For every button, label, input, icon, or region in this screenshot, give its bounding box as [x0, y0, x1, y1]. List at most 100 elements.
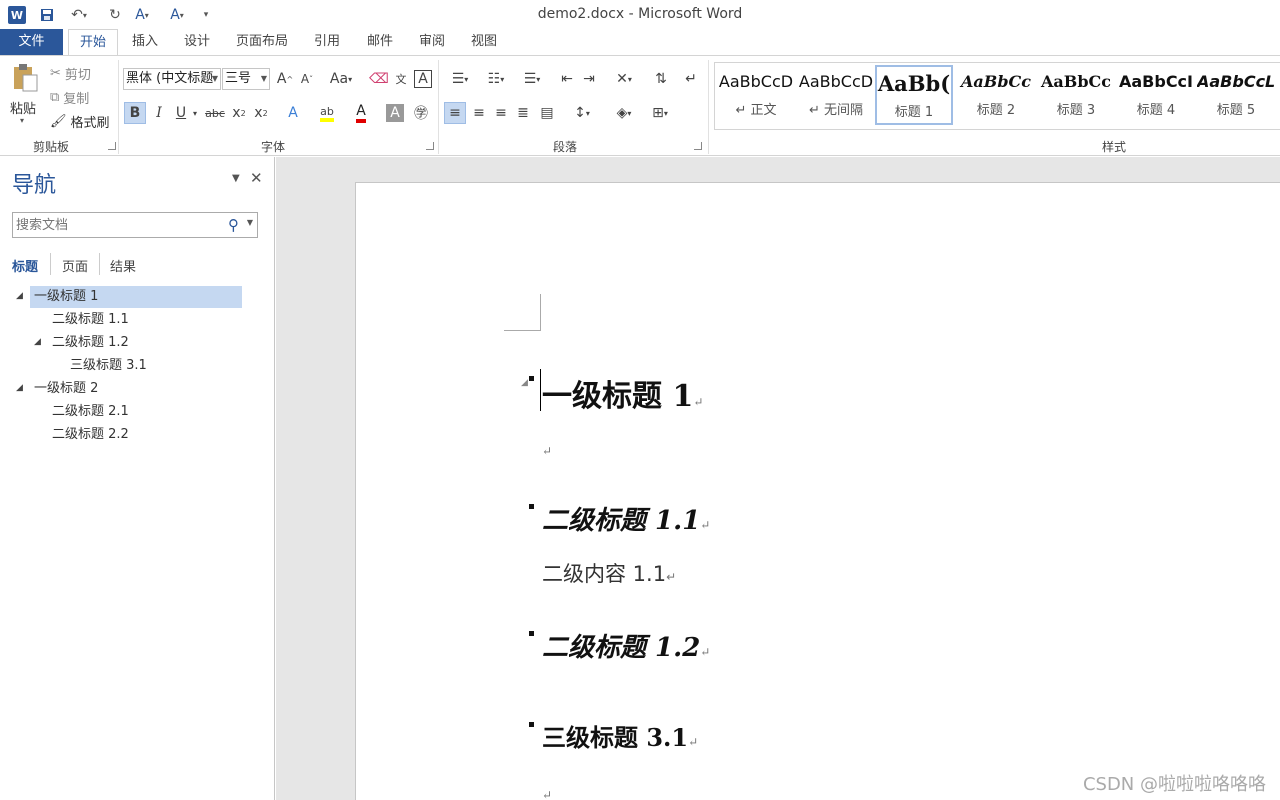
copy-button[interactable]: ⧉ 复制 [50, 88, 89, 107]
nav-title: 导航 [12, 173, 57, 198]
document-page[interactable] [355, 182, 1280, 800]
grow-font-icon[interactable]: A ^ [274, 68, 296, 90]
multilevel-list-icon[interactable]: ☰ ▾ [516, 68, 548, 90]
style-heading-5[interactable]: AaBbCcL 标题 5 [1197, 65, 1275, 125]
nav-heading-item[interactable]: 三级标题 3.1 [70, 355, 147, 377]
document-heading-2[interactable]: 二级标题 1.1↵ [542, 500, 710, 537]
heading-bullet [529, 504, 534, 509]
nav-heading-item[interactable]: 二级标题 2.2 [52, 424, 129, 446]
ribbon-tabs: 文件 开始 插入 设计 页面布局 引用 邮件 审阅 视图 [0, 29, 1280, 56]
font-size-select[interactable]: 三号 ▼ [222, 68, 270, 90]
tab-references[interactable]: 引用 [306, 29, 348, 56]
nav-search-box: ⚲ ▼ [12, 212, 258, 238]
text-effects-button[interactable]: A [282, 102, 304, 124]
bullets-icon[interactable]: ☰ ▾ [444, 68, 476, 90]
search-icon[interactable]: ⚲ [228, 216, 239, 234]
shading-icon[interactable]: ◈ ▾ [608, 102, 640, 124]
decrease-indent-icon[interactable]: ⇤ [556, 68, 578, 90]
font-name-select[interactable]: 黑体 (中文标题 ▼ [123, 68, 221, 90]
shrink-font-icon[interactable]: Aˇ [296, 68, 318, 90]
chevron-down-icon: ▼ [211, 74, 218, 83]
font-launcher-icon[interactable] [426, 142, 434, 150]
document-heading-2[interactable]: 二级标题 1.2↵ [542, 627, 710, 664]
borders-icon[interactable]: ⊞ ▾ [644, 102, 676, 124]
enclose-character-icon[interactable]: ㊫ [410, 102, 432, 124]
empty-paragraph[interactable]: ↵ [542, 440, 552, 459]
nav-search-input[interactable] [13, 213, 213, 237]
clipboard-launcher-icon[interactable] [108, 142, 116, 150]
tab-insert[interactable]: 插入 [124, 29, 166, 56]
style-heading-2[interactable]: AaBbCc 标题 2 [957, 65, 1035, 125]
collapse-triangle-icon[interactable]: ◢ [16, 285, 23, 307]
justify-button[interactable]: ≣ [512, 102, 534, 124]
strikethrough-button[interactable]: abc [204, 102, 226, 124]
style-no-spacing[interactable]: AaBbCcD ↵ 无间隔 [797, 65, 875, 125]
align-left-button[interactable]: ≡ [444, 102, 466, 124]
character-border-icon[interactable]: A [414, 70, 432, 88]
tab-file[interactable]: 文件 [0, 29, 63, 56]
style-normal[interactable]: AaBbCcD ↵ 正文 [717, 65, 795, 125]
nav-tab-pages[interactable]: 页面 [62, 256, 88, 275]
collapse-heading-icon[interactable]: ◢ [521, 378, 528, 388]
style-heading-4[interactable]: AaBbCcI 标题 4 [1117, 65, 1195, 125]
collapse-triangle-icon[interactable]: ◢ [16, 377, 23, 399]
numbering-icon[interactable]: ☷ ▾ [480, 68, 512, 90]
align-right-button[interactable]: ≡ [490, 102, 512, 124]
paragraph-launcher-icon[interactable] [694, 142, 702, 150]
line-spacing-icon[interactable]: ↕ ▾ [566, 102, 598, 124]
nav-options-icon[interactable]: ▼ [232, 173, 240, 184]
style-heading-3[interactable]: AaBbCc 标题 3 [1037, 65, 1115, 125]
heading-bullet [529, 722, 534, 727]
document-heading-1[interactable]: 一级标题 1↵ [542, 371, 703, 415]
underline-button[interactable]: U [170, 102, 192, 124]
close-icon[interactable]: ✕ [250, 169, 263, 187]
style-heading-1[interactable]: AaBb( 标题 1 [875, 65, 953, 125]
superscript-button[interactable]: x2 [250, 102, 272, 124]
heading-bullet [529, 376, 534, 381]
nav-tab-divider [99, 253, 100, 275]
clear-format-icon[interactable]: ⌫ [368, 68, 390, 90]
sort-icon[interactable]: ⇅ [650, 68, 672, 90]
tab-review[interactable]: 审阅 [411, 29, 453, 56]
subscript-button[interactable]: x2 [228, 102, 250, 124]
clipboard-group-label: 剪贴板 [32, 140, 69, 154]
nav-heading-item[interactable]: 二级标题 2.1 [52, 401, 129, 423]
tab-home[interactable]: 开始 [68, 29, 118, 56]
distributed-button[interactable]: ▤ [536, 102, 558, 124]
paste-icon[interactable] [10, 62, 40, 94]
tab-view[interactable]: 视图 [463, 29, 505, 56]
chevron-down-icon[interactable]: ▼ [247, 218, 253, 227]
document-heading-3[interactable]: 三级标题 3.1↵ [542, 718, 698, 753]
highlight-icon[interactable]: ab [316, 102, 338, 124]
character-shading-icon[interactable]: A [386, 104, 404, 122]
ribbon: 粘贴 ▾ ✂ 剪切 ⧉ 复制 🖌 格式刷 剪贴板 黑体 (中文标题 ▼ 三号 ▼ A ^ A… [0, 55, 1280, 156]
bold-button[interactable]: B [124, 102, 146, 124]
document-body-text[interactable]: 二级内容 1.1↵ [542, 558, 676, 588]
cut-button[interactable]: ✂ 剪切 [50, 64, 91, 83]
nav-heading-item[interactable]: 二级标题 1.1 [52, 309, 129, 331]
empty-paragraph[interactable]: ↵ [542, 784, 552, 800]
nav-heading-item[interactable]: 一级标题 1 [30, 286, 242, 308]
phonetic-guide-icon[interactable]: 文 [390, 68, 412, 90]
nav-heading-item[interactable]: 二级标题 1.2 [52, 332, 129, 354]
nav-tab-headings[interactable]: 标题 [12, 256, 38, 275]
format-painter-button[interactable]: 🖌 格式刷 [50, 112, 110, 131]
paragraph-group-label: 段落 [552, 140, 577, 154]
heading-bullet [529, 631, 534, 636]
tab-mailings[interactable]: 邮件 [359, 29, 401, 56]
tab-design[interactable]: 设计 [176, 29, 218, 56]
paste-dropdown-icon[interactable]: ▾ [20, 116, 24, 125]
font-color-icon[interactable]: A [350, 102, 372, 124]
chinese-layout-icon[interactable]: ✕ ▾ [608, 68, 640, 90]
nav-heading-item[interactable]: 一级标题 2 [34, 378, 98, 400]
underline-dropdown-icon[interactable]: ▾ [190, 102, 200, 124]
collapse-triangle-icon[interactable]: ◢ [34, 331, 41, 353]
align-center-button[interactable]: ≡ [468, 102, 490, 124]
paste-button[interactable]: 粘贴 [10, 98, 36, 117]
increase-indent-icon[interactable]: ⇥ [578, 68, 600, 90]
change-case-icon[interactable]: Aa ▾ [326, 68, 356, 90]
show-marks-icon[interactable]: ↵ [680, 68, 702, 90]
tab-layout[interactable]: 页面布局 [228, 29, 296, 56]
nav-tab-results[interactable]: 结果 [110, 256, 136, 275]
italic-button[interactable]: I [148, 102, 170, 124]
